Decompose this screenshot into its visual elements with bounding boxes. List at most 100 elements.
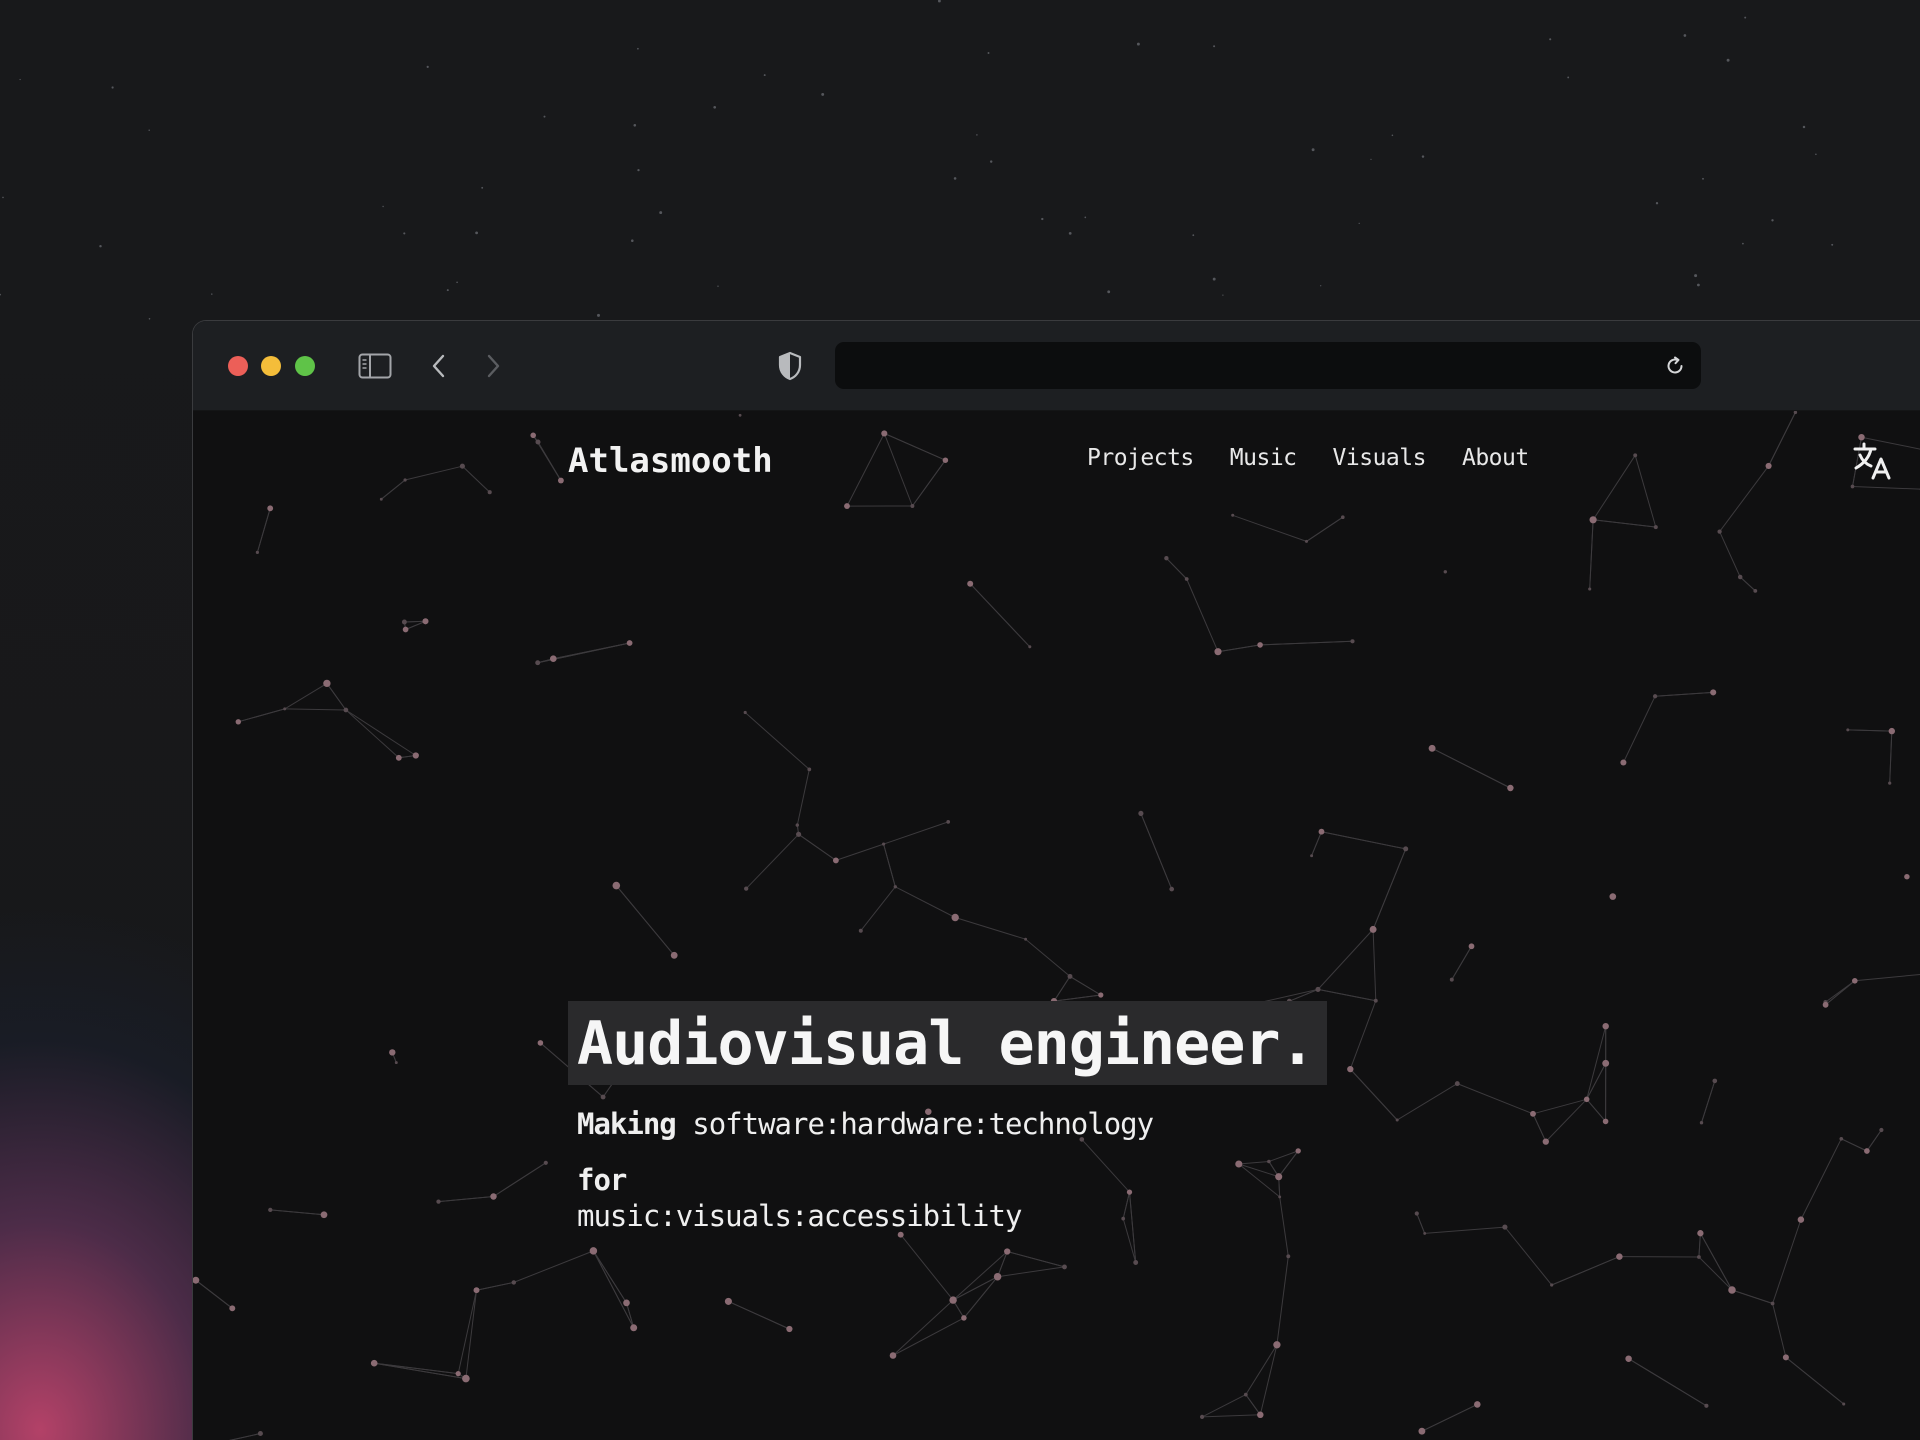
constellation-line bbox=[1372, 929, 1377, 1001]
desktop-star bbox=[1697, 283, 1700, 287]
window-zoom-button[interactable] bbox=[295, 356, 315, 376]
constellation-star bbox=[412, 752, 419, 759]
desktop-star bbox=[1311, 148, 1315, 152]
nav-about[interactable]: About bbox=[1462, 445, 1529, 471]
constellation-star bbox=[1286, 1254, 1291, 1259]
constellation-line bbox=[457, 1290, 477, 1374]
constellation-star bbox=[832, 857, 839, 864]
constellation-line bbox=[1785, 1357, 1845, 1405]
constellation-star bbox=[1273, 1341, 1281, 1349]
constellation-star bbox=[403, 478, 407, 482]
constellation-star bbox=[379, 497, 383, 501]
constellation-line bbox=[438, 1196, 494, 1203]
desktop-star bbox=[0, 293, 1, 296]
desktop-star bbox=[1831, 243, 1834, 246]
desktop-star bbox=[1068, 232, 1072, 235]
constellation-line bbox=[1276, 1256, 1289, 1345]
constellation-line bbox=[404, 620, 426, 623]
constellation-line bbox=[1866, 1129, 1882, 1152]
constellation-line bbox=[1532, 1098, 1587, 1115]
constellation-line bbox=[1372, 848, 1407, 930]
constellation-line bbox=[374, 1362, 466, 1380]
constellation-star bbox=[370, 1359, 378, 1367]
constellation-star bbox=[1782, 1354, 1789, 1361]
window-close-button[interactable] bbox=[228, 356, 248, 376]
constellation-star bbox=[1602, 1059, 1610, 1067]
desktop-star bbox=[1549, 38, 1552, 41]
nav-projects[interactable]: Projects bbox=[1087, 445, 1194, 471]
constellation-star bbox=[229, 1305, 236, 1312]
constellation-line bbox=[1655, 691, 1714, 697]
constellation-line bbox=[256, 508, 271, 553]
constellation-star bbox=[1169, 886, 1175, 892]
constellation-star bbox=[1257, 642, 1263, 648]
chevron-left-icon[interactable] bbox=[425, 349, 453, 383]
sidebar-icon[interactable] bbox=[356, 349, 394, 383]
constellation-star bbox=[910, 504, 915, 508]
desktop-star bbox=[637, 47, 639, 50]
hero-for-label: for bbox=[577, 1163, 627, 1197]
constellation-line bbox=[892, 1317, 965, 1356]
constellation-star bbox=[1625, 1355, 1632, 1362]
desktop-star bbox=[1421, 155, 1425, 158]
constellation-star bbox=[267, 505, 274, 512]
constellation-line bbox=[1317, 929, 1374, 990]
constellation-star bbox=[1712, 1078, 1718, 1084]
desktop-star bbox=[1694, 274, 1698, 278]
constellation-line bbox=[1186, 578, 1219, 652]
constellation-star bbox=[589, 1247, 598, 1255]
desktop-star bbox=[481, 186, 484, 189]
hero-making-line: Making software:hardware:technology bbox=[577, 1107, 1327, 1141]
constellation-line bbox=[1545, 1098, 1588, 1142]
shield-icon[interactable] bbox=[775, 349, 805, 383]
nav-music[interactable]: Music bbox=[1230, 445, 1297, 471]
constellation-line bbox=[1825, 980, 1856, 1006]
constellation-line bbox=[955, 917, 1026, 940]
constellation-line bbox=[1232, 514, 1307, 542]
nav-visuals[interactable]: Visuals bbox=[1333, 445, 1427, 471]
constellation-star bbox=[1310, 854, 1314, 858]
desktop-star bbox=[426, 65, 429, 69]
translate-icon[interactable] bbox=[1851, 439, 1895, 483]
hero-making-items: software:hardware:technology bbox=[692, 1107, 1154, 1141]
constellation-line bbox=[1772, 1219, 1802, 1304]
constellation-star bbox=[1428, 744, 1436, 752]
chevron-right-icon[interactable] bbox=[479, 349, 507, 383]
address-bar[interactable] bbox=[835, 342, 1701, 389]
desktop-star bbox=[1702, 177, 1704, 180]
constellation-line bbox=[1622, 695, 1656, 763]
desktop-star bbox=[211, 293, 213, 295]
constellation-line bbox=[883, 843, 896, 887]
constellation-line bbox=[1069, 975, 1102, 996]
constellation-line bbox=[592, 1250, 635, 1329]
constellation-star bbox=[1879, 1127, 1884, 1133]
constellation-star bbox=[1710, 689, 1717, 696]
constellation-star bbox=[738, 413, 742, 417]
constellation-star bbox=[490, 1193, 497, 1200]
constellation-star bbox=[1602, 1023, 1609, 1030]
desktop-star bbox=[1212, 277, 1216, 281]
constellation-star bbox=[1184, 577, 1189, 581]
constellation-star bbox=[1851, 977, 1858, 984]
constellation-star bbox=[1770, 1301, 1775, 1306]
desktop-star bbox=[1744, 16, 1747, 19]
constellation-star bbox=[1369, 925, 1377, 933]
constellation-line bbox=[1592, 455, 1636, 521]
constellation-line bbox=[284, 682, 328, 710]
constellation-star bbox=[511, 1280, 517, 1285]
constellation-star bbox=[343, 707, 349, 713]
constellation-line bbox=[796, 769, 810, 826]
site-logo[interactable]: Atlasmooth bbox=[568, 441, 773, 481]
constellation-star bbox=[795, 823, 799, 827]
constellation-star bbox=[1620, 759, 1627, 766]
constellation-line bbox=[1889, 731, 1893, 784]
constellation-star bbox=[1340, 515, 1345, 520]
window-minimize-button[interactable] bbox=[261, 356, 281, 376]
page-viewport: Atlasmooth Projects Music Visuals About bbox=[193, 411, 1920, 1440]
constellation-star bbox=[1609, 893, 1617, 900]
constellation-star bbox=[235, 719, 241, 725]
reload-icon[interactable] bbox=[1663, 354, 1687, 378]
constellation-star bbox=[1028, 645, 1032, 649]
hero-making-label: Making bbox=[577, 1107, 677, 1141]
desktop-star bbox=[1742, 242, 1744, 245]
